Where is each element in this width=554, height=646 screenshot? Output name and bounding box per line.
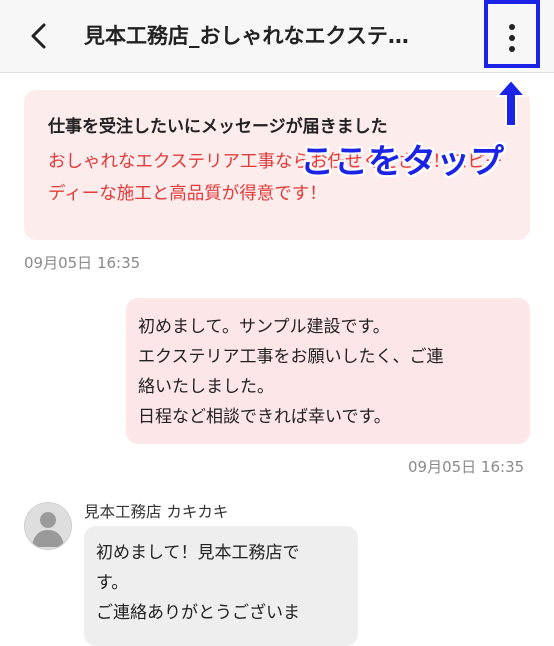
chevron-left-icon <box>31 23 46 49</box>
sent-timestamp: 09月05日 16:35 <box>408 458 525 476</box>
sender-name: 見本工務店 カキカキ <box>84 503 229 521</box>
sent-message-bubble: 初めまして。サンプル建設です。 エクステリア工事をお願いしたく、ご連 絡いたしま… <box>126 298 530 444</box>
more-menu-button[interactable] <box>484 0 540 68</box>
more-vertical-icon-dot <box>509 46 515 52</box>
message-line: す。 <box>96 573 129 593</box>
arrow-up-icon <box>496 80 526 126</box>
message-line: 初めまして！見本工務店で <box>96 543 300 563</box>
avatar[interactable] <box>24 502 72 550</box>
chat-title: 見本工務店_おしゃれなエクステ… <box>84 24 409 48</box>
user-icon <box>32 512 64 547</box>
received-message-bubble: 初めまして！見本工務店で す。 ご連絡ありがとうございま <box>84 526 358 646</box>
message-line: 日程など相談できれば幸いです。 <box>138 407 391 427</box>
message-line: 絡いたしました。 <box>138 377 274 397</box>
message-line: 初めまして。サンプル建設です。 <box>138 317 390 337</box>
more-vertical-icon-dot <box>509 35 515 41</box>
notice-timestamp: 09月05日 16:35 <box>24 254 141 272</box>
annotation-label: ここをタップ <box>300 142 504 182</box>
more-vertical-icon <box>509 24 515 30</box>
message-line: ご連絡ありがとうございま <box>96 603 300 623</box>
back-button[interactable] <box>22 18 58 54</box>
message-line: エクステリア工事をお願いしたく、ご連 <box>138 347 444 367</box>
chat-header: 見本工務店_おしゃれなエクステ… <box>0 0 554 73</box>
